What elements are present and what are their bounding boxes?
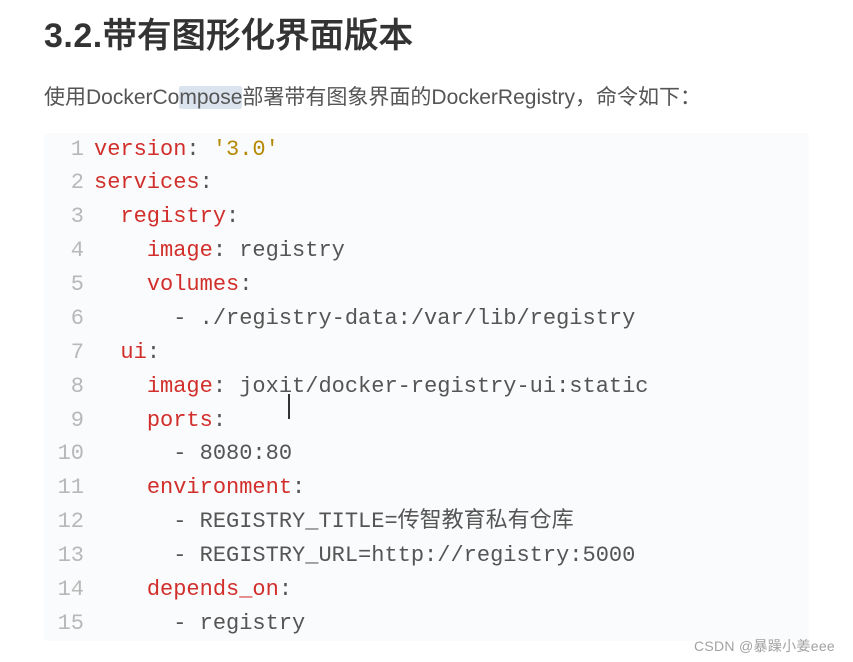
code-row: 1 version: '3.0': [44, 133, 809, 167]
text-cursor-icon: [289, 394, 291, 428]
code-line: services:: [94, 166, 213, 200]
code-line: - REGISTRY_TITLE=传智教育私有仓库: [94, 505, 574, 539]
description-paragraph: 使用DockerCompose部署带有图象界面的DockerRegistry，命…: [44, 81, 809, 115]
code-row: 7 ui:: [44, 336, 809, 370]
code-row: 11 environment:: [44, 471, 809, 505]
line-number: 12: [44, 505, 94, 539]
line-number: 14: [44, 573, 94, 607]
desc-highlight: mpose: [179, 86, 242, 109]
code-row: 10 - 8080:80: [44, 437, 809, 471]
code-line: image: joxit/docker-registry-ui:static: [94, 370, 649, 404]
code-line: image: registry: [94, 234, 345, 268]
code-block: 1 version: '3.0' 2 services: 3 registry:…: [44, 133, 809, 641]
code-line: version: '3.0': [94, 133, 279, 167]
code-row: 8 image: joxit/docker-registry-ui:static: [44, 370, 809, 404]
line-number: 8: [44, 370, 94, 404]
desc-part2: 部署带有图象界面的DockerRegistry，命令如下：: [242, 86, 701, 109]
line-number: 9: [44, 404, 94, 438]
line-number: 7: [44, 336, 94, 370]
code-line: - ./registry-data:/var/lib/registry: [94, 302, 635, 336]
line-number: 10: [44, 437, 94, 471]
code-line: volumes:: [94, 268, 252, 302]
desc-part1: 使用DockerCo: [44, 86, 179, 109]
code-line: - 8080:80: [94, 437, 292, 471]
line-number: 2: [44, 166, 94, 200]
code-line: registry:: [94, 200, 239, 234]
code-row: 13 - REGISTRY_URL=http://registry:5000: [44, 539, 809, 573]
line-number: 3: [44, 200, 94, 234]
line-number: 15: [44, 607, 94, 641]
code-row: 14 depends_on:: [44, 573, 809, 607]
line-number: 13: [44, 539, 94, 573]
code-line: ui:: [94, 336, 160, 370]
line-number: 5: [44, 268, 94, 302]
section-heading: 3.2.带有图形化界面版本: [44, 8, 809, 57]
code-row: 12 - REGISTRY_TITLE=传智教育私有仓库: [44, 505, 809, 539]
line-number: 11: [44, 471, 94, 505]
code-line: ports:: [94, 404, 226, 438]
page: 3.2.带有图形化界面版本 使用DockerCompose部署带有图象界面的Do…: [0, 8, 853, 662]
code-line: depends_on:: [94, 573, 292, 607]
code-line: - registry: [94, 607, 305, 641]
code-row: 2 services:: [44, 166, 809, 200]
line-number: 6: [44, 302, 94, 336]
code-row: 3 registry:: [44, 200, 809, 234]
code-row: 4 image: registry: [44, 234, 809, 268]
code-row: 6 - ./registry-data:/var/lib/registry: [44, 302, 809, 336]
code-row: 9 ports:: [44, 404, 809, 438]
line-number: 4: [44, 234, 94, 268]
code-line: environment:: [94, 471, 305, 505]
code-row: 5 volumes:: [44, 268, 809, 302]
code-line: - REGISTRY_URL=http://registry:5000: [94, 539, 635, 573]
code-row: 15 - registry: [44, 607, 809, 641]
line-number: 1: [44, 133, 94, 167]
